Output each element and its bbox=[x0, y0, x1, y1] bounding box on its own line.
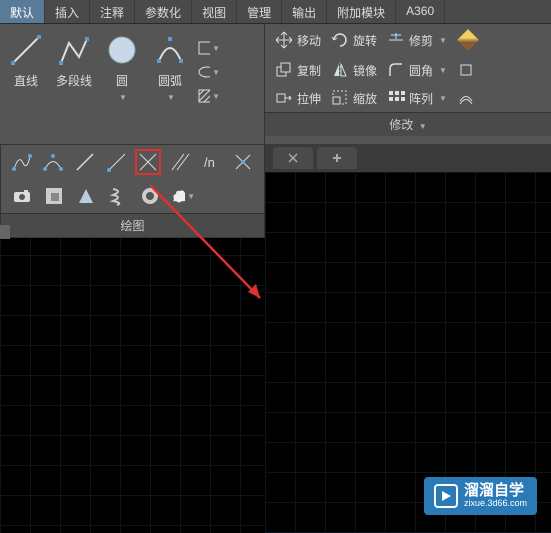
tab-default[interactable]: 默认 bbox=[0, 0, 45, 23]
stretch-icon bbox=[275, 89, 293, 107]
tab-manage[interactable]: 管理 bbox=[237, 0, 282, 23]
copy-tool[interactable]: 复制 bbox=[273, 59, 323, 81]
scale-icon bbox=[331, 89, 349, 107]
rotate-icon bbox=[331, 31, 349, 49]
region-icon[interactable] bbox=[41, 183, 67, 209]
canvas-tab-add[interactable] bbox=[317, 147, 357, 169]
array-icon bbox=[387, 89, 405, 107]
ribbon-tabs: 默认 插入 注释 参数化 视图 管理 输出 附加模块 A360 bbox=[0, 0, 551, 24]
rotate-tool[interactable]: 旋转 bbox=[329, 29, 379, 51]
multiline-icon[interactable] bbox=[167, 149, 193, 175]
canvas-area bbox=[265, 144, 551, 533]
polyline-icon bbox=[56, 32, 92, 68]
circle-label: 圆 bbox=[116, 72, 128, 89]
line-tool[interactable]: 直线 bbox=[6, 30, 46, 91]
trim-icon bbox=[387, 31, 405, 49]
modify-panel-footer[interactable]: 修改 ▼ bbox=[265, 112, 551, 136]
polyline-label: 多段线 bbox=[56, 72, 92, 89]
camera-icon[interactable] bbox=[9, 183, 35, 209]
revision-cloud-icon[interactable]: ▼ bbox=[169, 183, 195, 209]
offset-tool[interactable] bbox=[455, 87, 477, 109]
line-icon bbox=[8, 32, 44, 68]
line-label: 直线 bbox=[14, 72, 38, 89]
explode-icon bbox=[457, 61, 475, 79]
canvas-tab-1[interactable] bbox=[273, 147, 313, 169]
explode-tool[interactable] bbox=[455, 59, 477, 81]
svg-text:/n: /n bbox=[204, 155, 215, 170]
ribbon: 直线 多段线 圆 ▼ 圆弧 ▼ bbox=[0, 24, 551, 144]
arc-icon bbox=[152, 32, 188, 68]
pencil-tool[interactable] bbox=[455, 27, 481, 53]
move-icon bbox=[275, 31, 293, 49]
dropdown-icon: ▼ bbox=[119, 93, 127, 102]
wipeout-icon[interactable] bbox=[73, 183, 99, 209]
tab-view[interactable]: 视图 bbox=[192, 0, 237, 23]
point-icon[interactable] bbox=[230, 149, 256, 175]
tab-addons[interactable]: 附加模块 bbox=[327, 0, 396, 23]
watermark: 溜溜自学 zixue.3d66.com bbox=[424, 477, 537, 515]
fillet-icon bbox=[387, 61, 405, 79]
trim-tool[interactable]: 修剪▼ bbox=[385, 29, 449, 51]
circle-icon bbox=[104, 32, 140, 68]
n-polygon-icon[interactable]: /n bbox=[199, 149, 225, 175]
watermark-url: zixue.3d66.com bbox=[464, 499, 527, 509]
dropdown-icon: ▼ bbox=[167, 93, 175, 102]
copy-icon bbox=[275, 61, 293, 79]
xline-highlighted-icon[interactable] bbox=[135, 149, 161, 175]
pencil-icon bbox=[457, 29, 479, 51]
offset-icon bbox=[457, 89, 475, 107]
helix-icon[interactable] bbox=[105, 183, 131, 209]
circle-tool[interactable]: 圆 ▼ bbox=[102, 30, 142, 104]
watermark-title: 溜溜自学 bbox=[464, 483, 527, 500]
play-icon bbox=[434, 484, 458, 508]
tab-insert[interactable]: 插入 bbox=[45, 0, 90, 23]
scale-tool[interactable]: 缩放 bbox=[329, 87, 379, 109]
tab-output[interactable]: 输出 bbox=[282, 0, 327, 23]
side-handle[interactable] bbox=[0, 225, 10, 239]
ellipse-icon[interactable]: ▼ bbox=[198, 62, 220, 82]
ray-icon[interactable] bbox=[104, 149, 130, 175]
polyline-tool[interactable]: 多段线 bbox=[54, 30, 94, 91]
mirror-icon bbox=[331, 61, 349, 79]
move-tool[interactable]: 移动 bbox=[273, 29, 323, 51]
stretch-tool[interactable]: 拉伸 bbox=[273, 87, 323, 109]
rect-icon[interactable]: ▼ bbox=[198, 38, 220, 58]
mirror-tool[interactable]: 镜像 bbox=[329, 59, 379, 81]
canvas-tabs bbox=[265, 144, 551, 172]
draw-dropdown: /n ▼ 绘图 bbox=[0, 144, 265, 238]
tab-annotate[interactable]: 注释 bbox=[90, 0, 135, 23]
tab-parametric[interactable]: 参数化 bbox=[135, 0, 192, 23]
tab-a360[interactable]: A360 bbox=[396, 0, 445, 23]
draw-panel: 直线 多段线 圆 ▼ 圆弧 ▼ bbox=[0, 24, 265, 144]
fillet-tool[interactable]: 圆角▼ bbox=[385, 59, 449, 81]
arc-label: 圆弧 bbox=[158, 72, 182, 89]
spline-cv-icon[interactable] bbox=[41, 149, 67, 175]
arc-tool[interactable]: 圆弧 ▼ bbox=[150, 30, 190, 104]
array-tool[interactable]: 阵列▼ bbox=[385, 87, 449, 109]
donut-icon[interactable] bbox=[137, 183, 163, 209]
canvas-grid-left[interactable] bbox=[0, 225, 265, 533]
draw-panel-footer[interactable]: 绘图 bbox=[1, 213, 264, 237]
modify-panel: 移动 旋转 修剪▼ 复制 镜像 bbox=[265, 24, 551, 144]
construction-line-icon[interactable] bbox=[72, 149, 98, 175]
spline-fit-icon[interactable] bbox=[9, 149, 35, 175]
hatch-icon[interactable]: ▼ bbox=[198, 86, 220, 106]
